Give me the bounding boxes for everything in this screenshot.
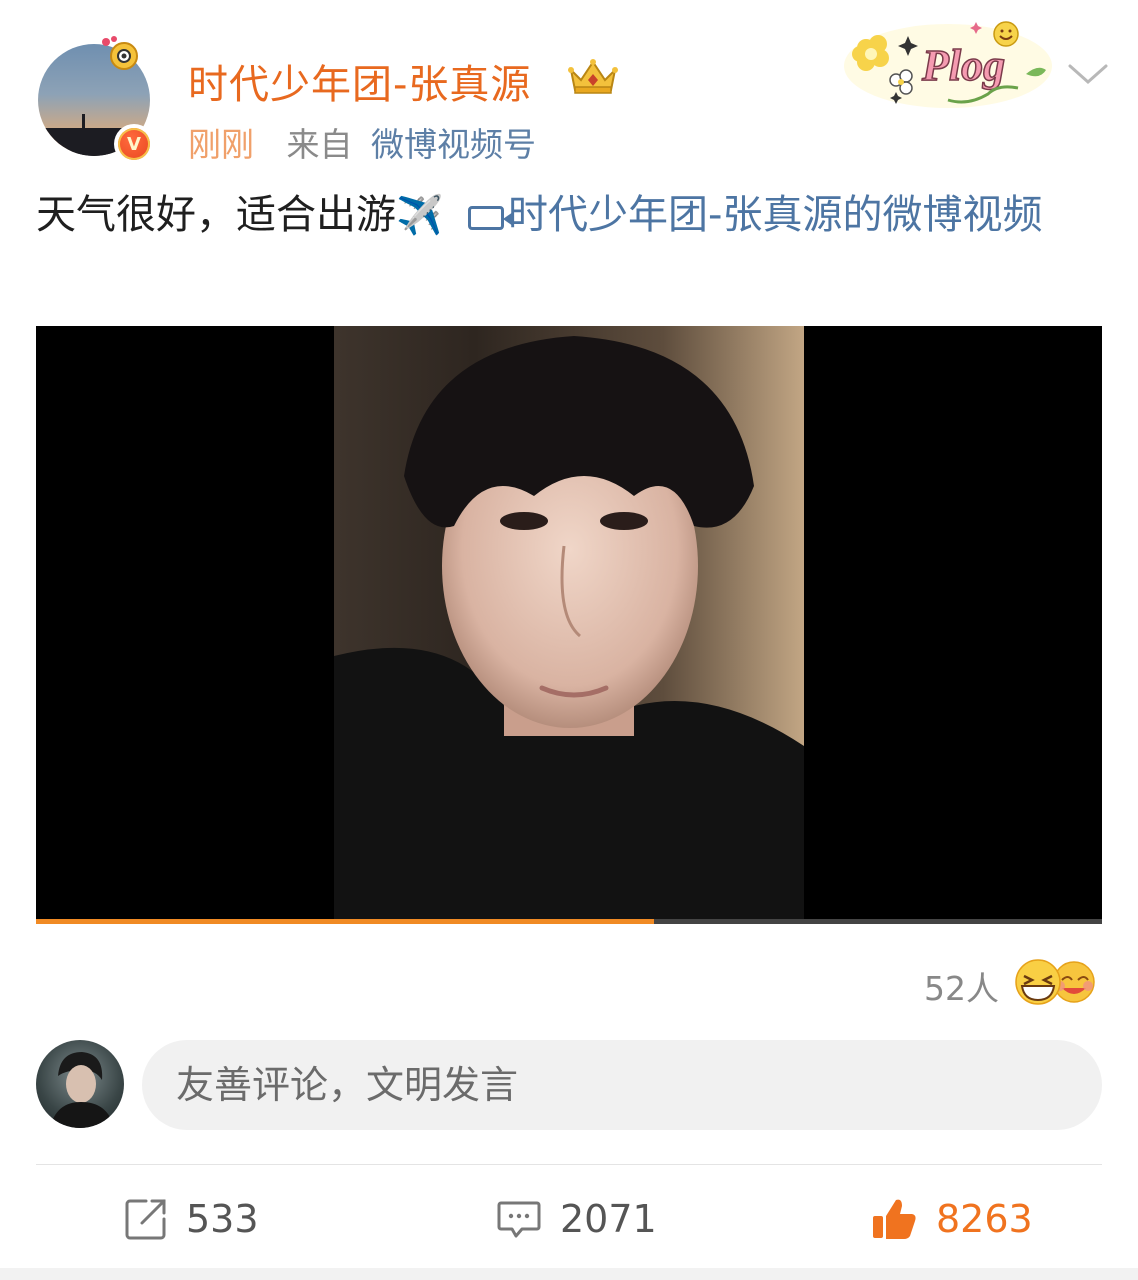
plog-sticker: Plog — [844, 21, 1052, 108]
author-name[interactable]: 时代少年团-张真源 — [188, 52, 531, 110]
plog-sticker-text: Plog — [921, 41, 1005, 90]
chevron-down-icon[interactable] — [1066, 56, 1110, 90]
video-frame — [334, 326, 804, 920]
video-link[interactable]: 时代少年团-张真源的微博视频 — [508, 192, 1042, 238]
like-button[interactable]: 8263 — [870, 1192, 1033, 1246]
avatar-pendant-icon — [102, 36, 138, 70]
video-link-icon[interactable] — [468, 206, 514, 230]
verified-icon: V — [114, 124, 154, 164]
like-icon — [873, 1199, 916, 1239]
current-user-avatar[interactable] — [36, 1040, 124, 1128]
from-label: 来自 — [286, 125, 353, 164]
video-person-image — [334, 326, 804, 920]
comment-count: 2071 — [560, 1197, 657, 1241]
avatar-image — [50, 1052, 114, 1128]
post-source-link[interactable]: 微博视频号 — [371, 125, 536, 164]
post-meta: 刚刚 来自 微博视频号 — [188, 118, 536, 166]
reaction-emoji-icons[interactable] — [1012, 958, 1104, 1006]
comment-input[interactable]: 友善评论，文明发言 — [142, 1040, 1102, 1130]
reaction-count[interactable]: 52人 — [924, 962, 999, 1010]
video-player[interactable] — [36, 326, 1102, 924]
repost-button[interactable]: 533 — [124, 1192, 259, 1246]
post-text: 天气很好，适合出游✈️ 时代少年团-张真源的微博视频 — [36, 186, 1106, 244]
repost-count: 533 — [186, 1197, 259, 1241]
crown-icon[interactable] — [566, 56, 620, 96]
post-time: 刚刚 — [188, 125, 254, 164]
airplane-icon: ✈️ — [396, 193, 444, 237]
comment-button[interactable]: 2071 — [496, 1192, 657, 1246]
like-count: 8263 — [936, 1197, 1033, 1241]
post-body: 天气很好，适合出游 — [36, 192, 396, 238]
video-progress-bar[interactable] — [36, 919, 1102, 924]
bottom-separator — [0, 1268, 1138, 1280]
divider — [36, 1164, 1102, 1165]
comment-icon — [497, 1201, 541, 1238]
video-progress-fill — [36, 919, 655, 924]
repost-icon — [125, 1199, 166, 1240]
weibo-post-card: V 时代少年团-张真源 刚刚 来自 微博视频号 Plog 天气很好，适合出游✈️… — [0, 0, 1138, 1280]
